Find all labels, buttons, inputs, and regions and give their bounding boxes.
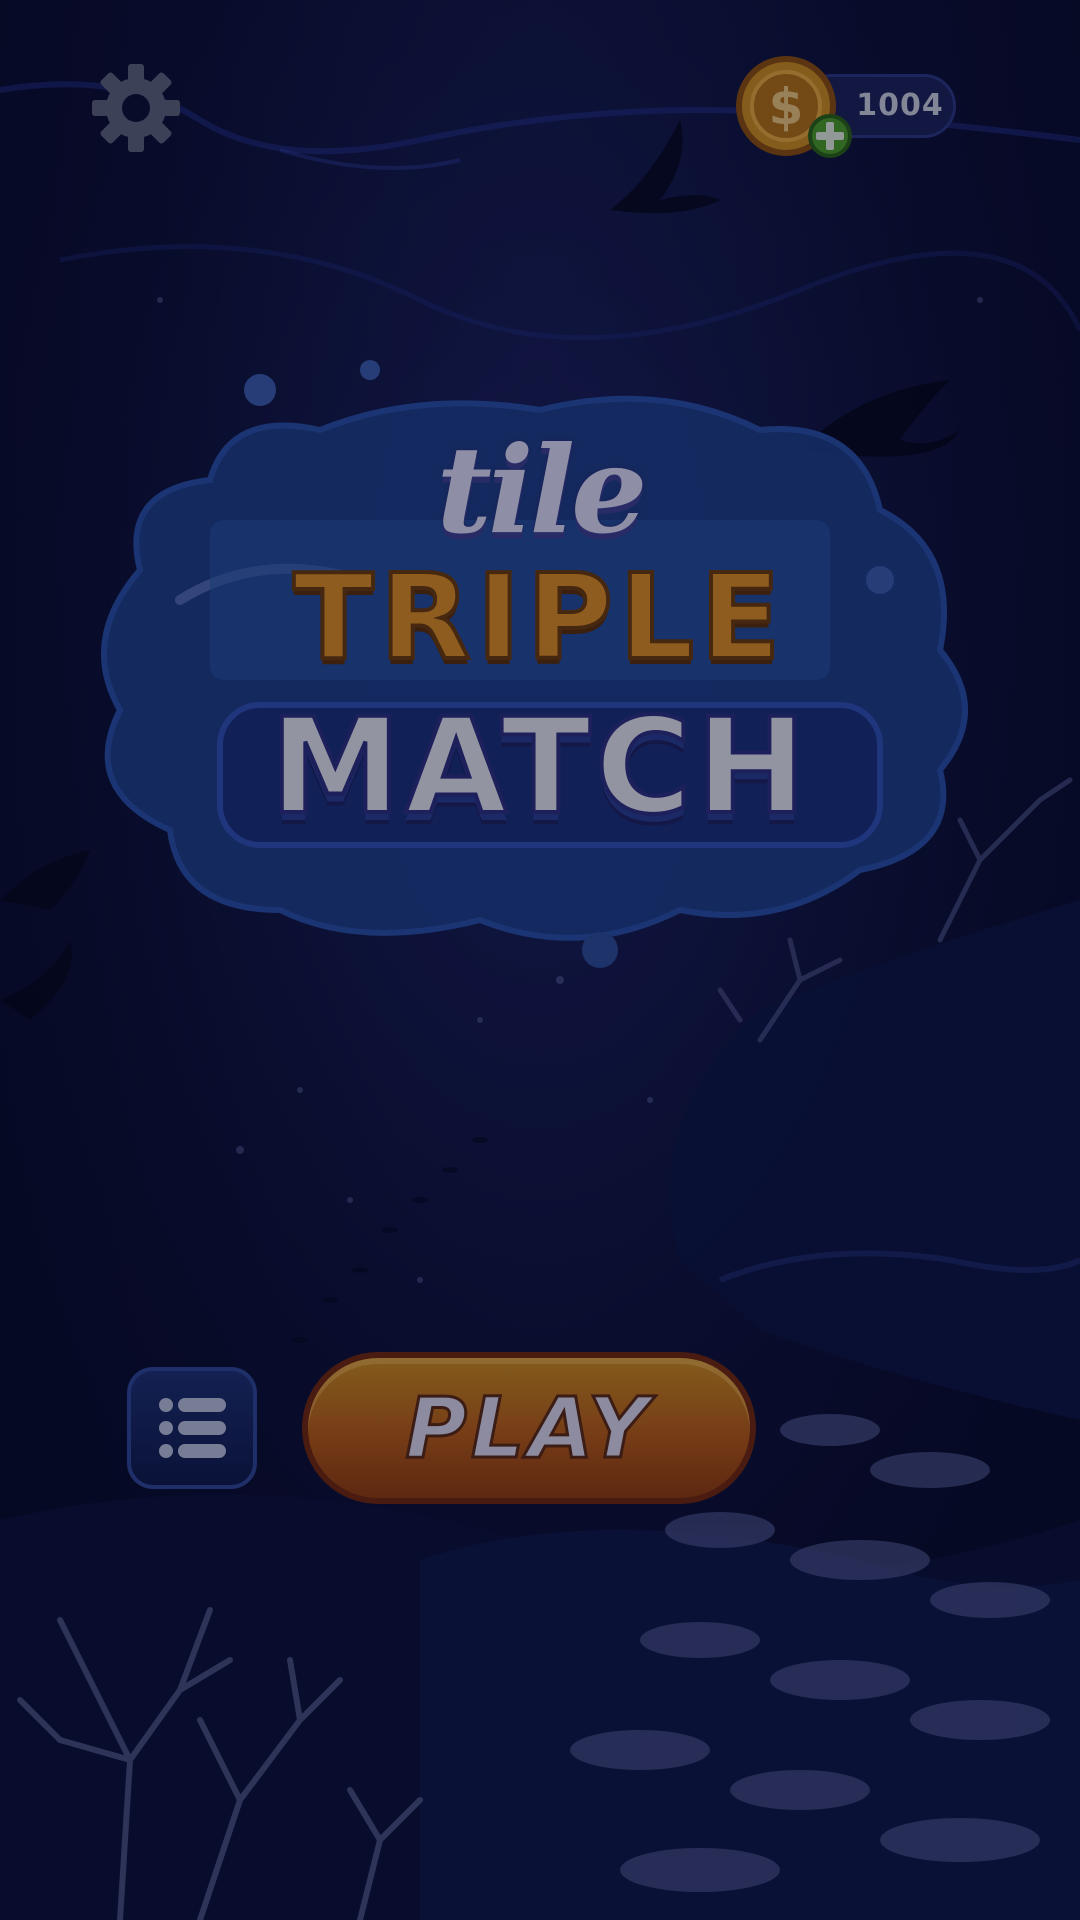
play-button[interactable]: PLAY — [302, 1352, 756, 1504]
play-button-label: PLAY — [404, 1378, 653, 1479]
list-icon — [159, 1398, 226, 1458]
logo-title-line3: MATCH — [268, 688, 811, 846]
logo-title-line1: tile — [436, 420, 648, 561]
logo-title-line2: TRIPLE — [291, 546, 787, 688]
plus-icon[interactable] — [806, 112, 854, 160]
menu-button[interactable] — [127, 1367, 257, 1489]
svg-text:$: $ — [769, 78, 804, 136]
coin-balance: 1004 — [856, 88, 944, 123]
gear-icon[interactable] — [88, 60, 184, 156]
